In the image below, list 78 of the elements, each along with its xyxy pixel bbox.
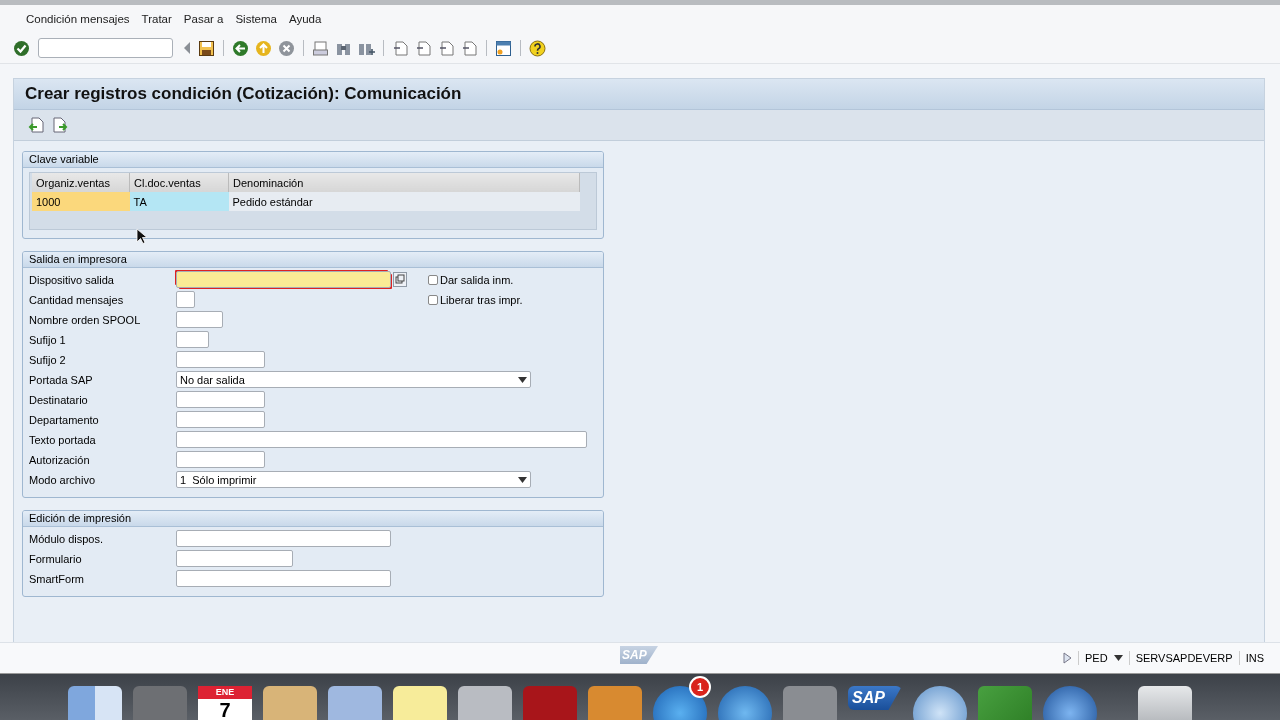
page-arrow-right-icon[interactable] (52, 117, 68, 133)
field-label: Texto portada (29, 433, 97, 446)
print-icon[interactable] (312, 39, 329, 57)
cancel-icon[interactable] (278, 39, 295, 57)
group-title: Clave variable (23, 152, 603, 168)
calendar-day: 7 (219, 699, 231, 720)
input-field[interactable] (176, 530, 391, 547)
exit-icon[interactable] (255, 39, 272, 57)
checkbox-label: Liberar tras impr. (440, 293, 523, 306)
window-layout-icon[interactable] (495, 39, 512, 57)
back-icon[interactable] (232, 39, 249, 57)
check-icon[interactable] (13, 39, 30, 57)
dropdown-field[interactable]: No dar salida (176, 371, 531, 388)
field-label: Portada SAP (29, 373, 94, 386)
mouse-pointer-icon (136, 228, 148, 245)
checkbox[interactable] (428, 294, 438, 305)
input-field[interactable] (176, 550, 293, 567)
input-field[interactable] (176, 391, 265, 408)
sap-logo[interactable]: SAP (848, 686, 902, 710)
field-label: Sufijo 1 (29, 333, 67, 346)
field-label: Nombre orden SPOOL (29, 313, 142, 326)
caret-icon (518, 376, 527, 383)
input-field[interactable] (176, 411, 265, 428)
field-label: Autorización (29, 453, 91, 466)
caret-icon (518, 476, 527, 483)
dropdown-field[interactable]: 1 Sólo imprimir (176, 471, 531, 488)
sap-logo: SAP (620, 646, 658, 664)
help-icon[interactable] (529, 39, 546, 57)
menu-item[interactable]: Sistema (229, 13, 283, 25)
calendar-icon[interactable]: ENE 7 (198, 686, 252, 720)
server-name: SERVSAPDEVERP (1135, 652, 1233, 664)
menu-item[interactable]: Ayuda (283, 13, 328, 25)
play-triangle-icon[interactable] (1063, 652, 1072, 664)
group-title: Edición de impresión (23, 511, 603, 527)
system-name: PED (1085, 652, 1108, 664)
input-field[interactable] (176, 451, 265, 468)
calendar-month: ENE (198, 686, 252, 699)
menu-item[interactable]: Tratar (135, 13, 178, 25)
field-label: Modo archivo (29, 473, 97, 486)
column-header: Denominación (228, 173, 580, 192)
value-help-icon[interactable] (393, 272, 407, 287)
input-field[interactable] (176, 291, 195, 308)
input-field[interactable] (176, 351, 265, 368)
column-header: Organiz.ventas (32, 173, 130, 192)
field-label: Sufijo 2 (29, 353, 67, 366)
table-cell: 1000 (32, 192, 130, 211)
page-arrow-left-icon[interactable] (28, 117, 44, 133)
input-field[interactable] (176, 311, 223, 328)
field-label: Destinatario (29, 393, 89, 406)
field-label: Módulo dispos. (29, 532, 104, 545)
first-page-icon[interactable] (392, 39, 409, 57)
group-title: Salida en impresora (23, 252, 603, 268)
screen-title: Crear registros condición (Cotización): Comunicación (25, 84, 462, 104)
input-field[interactable] (176, 271, 391, 288)
caret-icon[interactable] (1113, 655, 1123, 661)
field-label: SmartForm (29, 572, 85, 585)
input-field[interactable] (176, 570, 391, 587)
field-label: Dispositivo salida (29, 273, 115, 286)
next-page-icon[interactable] (438, 39, 455, 57)
table-cell: Pedido estándar (228, 192, 580, 211)
field-label: Departamento (29, 413, 100, 426)
field-label: Formulario (29, 552, 83, 565)
last-page-icon[interactable] (461, 39, 478, 57)
menu-item[interactable]: Condición mensajes (20, 13, 136, 25)
input-mode: INS (1245, 652, 1264, 664)
checkbox[interactable] (428, 274, 438, 285)
save-icon[interactable] (198, 39, 215, 57)
column-header: Cl.doc.ventas (129, 173, 229, 192)
triangle-left-icon[interactable] (183, 41, 192, 55)
menu-item[interactable]: Pasar a (177, 13, 230, 25)
checkbox-label: Dar salida inm. (440, 273, 514, 286)
input-field[interactable] (176, 331, 209, 348)
previous-page-icon[interactable] (415, 39, 432, 57)
field-label: Cantidad mensajes (29, 293, 125, 306)
input-field[interactable] (176, 431, 587, 448)
table-cell: TA (129, 192, 229, 211)
notification-badge: 1 (689, 676, 711, 698)
command-field[interactable] (38, 38, 173, 58)
